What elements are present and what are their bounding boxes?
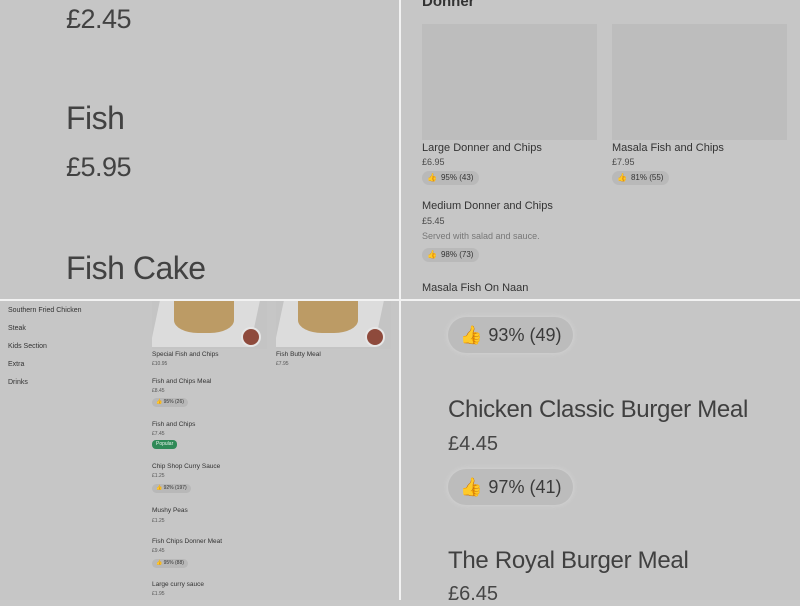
- rating-text: 95% (26): [163, 399, 184, 405]
- item-name[interactable]: Large curry sauce: [152, 581, 204, 588]
- rating-badge: 👍 81% (55): [612, 171, 670, 185]
- item-name[interactable]: Masala Fish On Naan: [422, 282, 528, 294]
- item-name[interactable]: Fish and Chips: [152, 421, 195, 428]
- item-price: £6.45: [448, 583, 499, 605]
- panel-divider-horizontal: [0, 299, 800, 301]
- item-price: £7.95: [276, 361, 289, 367]
- item-name-fish-cake[interactable]: Fish Cake: [66, 250, 206, 287]
- item-name[interactable]: Large Donner and Chips: [422, 142, 542, 154]
- item-price: £9.45: [152, 548, 165, 554]
- item-name[interactable]: The Royal Burger Meal: [448, 547, 689, 575]
- item-name[interactable]: Masala Fish and Chips: [612, 142, 724, 154]
- item-image[interactable]: [152, 301, 267, 349]
- item-name[interactable]: Medium Donner and Chips: [422, 200, 553, 212]
- rating-badge: 👍 92% (197): [152, 484, 191, 493]
- rating-text: 98% (73): [440, 250, 474, 259]
- item-price: £6.95: [422, 157, 445, 167]
- rating-badge: 👍 98% (73): [422, 248, 480, 262]
- rating-text: 95% (43): [440, 173, 474, 182]
- thumbs-up-icon: 👍: [427, 173, 437, 182]
- item-name[interactable]: Mushy Peas: [152, 507, 188, 514]
- thumbs-up-icon: 👍: [156, 485, 163, 491]
- thumbs-up-icon: 👍: [156, 399, 163, 405]
- popular-badge: Popular: [152, 440, 178, 449]
- item-price: £7.95: [612, 157, 635, 167]
- item-price: £8.45: [152, 388, 165, 394]
- item-name[interactable]: Fish Chips Donner Meat: [152, 538, 222, 545]
- item-price-fish: £5.95: [66, 152, 132, 182]
- item-name-fish[interactable]: Fish: [66, 100, 125, 137]
- rating-badge: 👍 95% (43): [422, 171, 480, 185]
- item-name[interactable]: Fish and Chips Meal: [152, 378, 211, 385]
- thumbs-up-icon: 👍: [427, 250, 437, 259]
- item-price: £4.45: [448, 433, 499, 455]
- thumbs-up-icon: 👍: [460, 477, 483, 497]
- item-name[interactable]: Chicken Classic Burger Meal: [448, 396, 748, 424]
- item-name[interactable]: Fish Butty Meal: [276, 351, 321, 358]
- category-link[interactable]: Southern Fried Chicken: [8, 307, 82, 314]
- item-price: £1.95: [152, 591, 165, 597]
- item-price: £10.95: [152, 361, 168, 367]
- menu-section-donner: Donner Large Donner and Chips £6.95 👍 95%…: [401, 0, 800, 299]
- item-description: Served with salad and sauce.: [422, 231, 540, 241]
- menu-overview: Southern Fried Chicken Steak Kids Sectio…: [0, 301, 399, 600]
- item-price: £1.25: [152, 518, 165, 524]
- food-shape: [298, 301, 358, 333]
- item-price: £7.45: [152, 431, 165, 437]
- thumbs-up-icon: 👍: [156, 560, 163, 566]
- category-link[interactable]: Extra: [8, 361, 24, 368]
- item-price: £2.45: [66, 4, 132, 34]
- rating-badge: 👍 95% (26): [152, 398, 188, 407]
- food-shape: [174, 301, 234, 333]
- rating-text: 93% (49): [488, 325, 562, 345]
- section-title: Donner: [422, 0, 475, 10]
- rating-text: 97% (41): [488, 477, 562, 497]
- rating-text: 92% (197): [163, 485, 187, 491]
- item-name[interactable]: Chip Shop Curry Sauce: [152, 463, 220, 470]
- item-image[interactable]: [276, 301, 391, 349]
- item-price: £5.45: [422, 216, 445, 226]
- rating-text: 95% (88): [163, 560, 184, 566]
- item-image[interactable]: [612, 24, 787, 140]
- category-link[interactable]: Steak: [8, 325, 26, 332]
- zoom-panel-top-left: £2.45 Fish £5.95 Fish Cake: [0, 0, 399, 299]
- category-link[interactable]: Drinks: [8, 379, 28, 386]
- rating-badge: 👍 95% (88): [152, 559, 188, 568]
- restaurant-logo: [241, 327, 261, 347]
- category-link[interactable]: Kids Section: [8, 343, 47, 350]
- thumbs-up-icon: 👍: [460, 325, 483, 345]
- rating-badge: 👍 93% (49): [448, 317, 574, 353]
- item-name[interactable]: Special Fish and Chips: [152, 351, 218, 358]
- rating-text: 81% (55): [630, 173, 664, 182]
- item-image[interactable]: [422, 24, 597, 140]
- restaurant-logo: [365, 327, 385, 347]
- item-price: £1.25: [152, 473, 165, 479]
- thumbs-up-icon: 👍: [617, 173, 627, 182]
- rating-badge: 👍 97% (41): [448, 469, 574, 505]
